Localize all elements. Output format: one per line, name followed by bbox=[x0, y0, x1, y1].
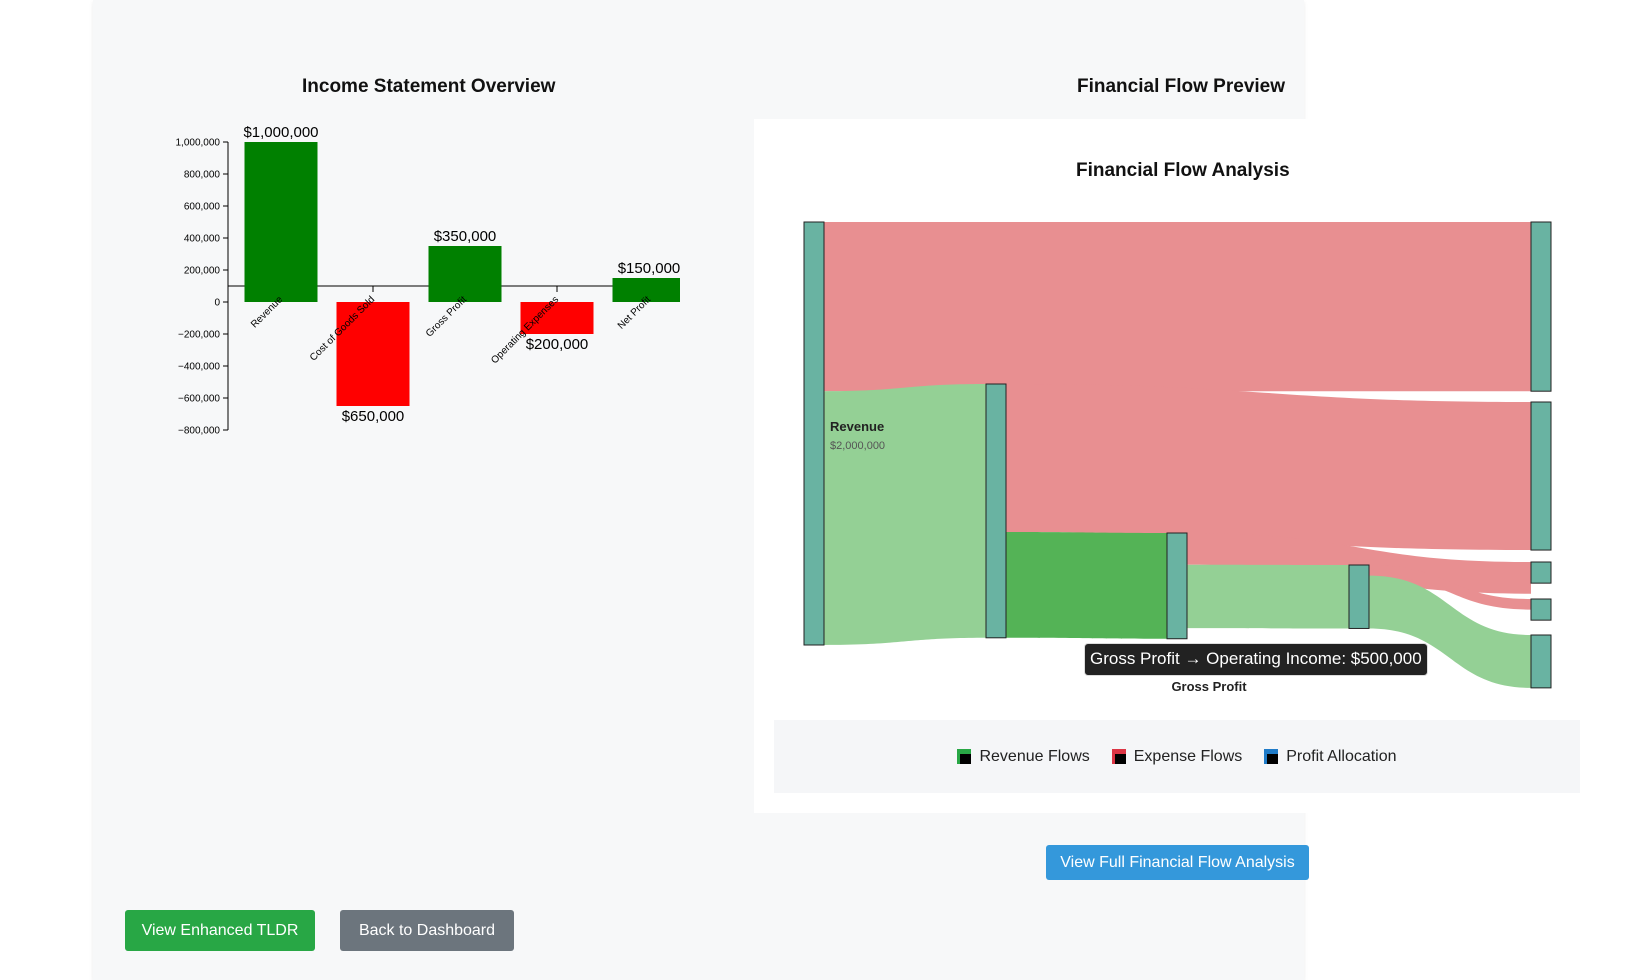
legend-label-revenue: Revenue Flows bbox=[979, 747, 1090, 765]
legend-item-expense: Expense Flows bbox=[1111, 747, 1243, 766]
y-tick-label: 200,000 bbox=[184, 266, 221, 277]
bar-data-label: $350,000 bbox=[434, 228, 497, 245]
sankey-node-t4 bbox=[1530, 598, 1552, 621]
sankey-node-t3 bbox=[1530, 561, 1552, 584]
sankey-node-gross-profit bbox=[1166, 532, 1188, 640]
y-tick-label: 1,000,000 bbox=[176, 138, 221, 149]
sankey-node-value-revenue: $2,000,000 bbox=[830, 440, 885, 452]
legend-label-expense: Expense Flows bbox=[1133, 747, 1243, 765]
bar-data-label: $650,000 bbox=[342, 408, 405, 425]
sankey-node-t1 bbox=[1530, 221, 1552, 392]
income-statement-title: Income Statement Overview bbox=[302, 76, 556, 97]
financial-flow-sankey: Revenue $2,000,000 Gross Profit bbox=[803, 221, 1552, 694]
sankey-node-n1 bbox=[985, 383, 1007, 639]
legend-item-revenue: Revenue Flows bbox=[957, 747, 1090, 766]
sankey-node-revenue bbox=[803, 221, 825, 646]
sankey-link-revenue bbox=[1187, 564, 1349, 629]
view-full-flow-button[interactable]: View Full Financial Flow Analysis bbox=[1046, 845, 1309, 880]
y-tick-label: 800,000 bbox=[184, 170, 221, 181]
y-tick-label: 0 bbox=[214, 298, 220, 309]
financial-flow-preview-title: Financial Flow Preview bbox=[1077, 76, 1286, 97]
y-tick-label: −600,000 bbox=[178, 394, 220, 405]
y-tick-label: 600,000 bbox=[184, 202, 221, 213]
sankey-node-operating-income bbox=[1348, 564, 1370, 629]
sankey-node-label-revenue: Revenue bbox=[830, 419, 884, 434]
sankey-link-expense bbox=[824, 222, 1531, 392]
sankey-tooltip: Gross Profit → Operating Income: $500,00… bbox=[1084, 643, 1428, 676]
legend-label-profit: Profit Allocation bbox=[1286, 747, 1397, 765]
y-tick-label: −200,000 bbox=[178, 330, 220, 341]
sankey-legend: Revenue Flows Expense Flows Profit Alloc… bbox=[774, 720, 1580, 793]
bar-data-label: $150,000 bbox=[618, 260, 680, 277]
legend-swatch-revenue bbox=[957, 749, 972, 764]
waterfall-bar bbox=[428, 246, 502, 302]
sankey-bottom-label: Gross Profit bbox=[1171, 679, 1247, 694]
y-tick-label: 400,000 bbox=[184, 234, 221, 245]
bar-data-label: $1,000,000 bbox=[243, 124, 318, 141]
sankey-link-expense bbox=[1006, 384, 1531, 551]
sankey-node-t2 bbox=[1530, 401, 1552, 551]
back-to-dashboard-button[interactable]: Back to Dashboard bbox=[340, 910, 514, 951]
y-tick-label: −800,000 bbox=[178, 426, 220, 437]
legend-swatch-expense bbox=[1111, 749, 1126, 764]
sankey-link-revenue-strong bbox=[1006, 532, 1167, 639]
sankey-node-t5 bbox=[1530, 634, 1552, 689]
y-tick-label: −400,000 bbox=[178, 362, 220, 373]
view-enhanced-tldr-button[interactable]: View Enhanced TLDR bbox=[125, 910, 315, 951]
financial-flow-panel: Financial Flow Analysis Revenue $2,000,00… bbox=[754, 119, 1584, 813]
income-waterfall-chart: 1,000,000 800,000 600,000 400,000 200,000 0 −2… bbox=[176, 124, 680, 437]
legend-item-profit: Profit Allocation bbox=[1264, 747, 1397, 766]
bar-data-label: $200,000 bbox=[526, 336, 589, 353]
waterfall-bar bbox=[244, 142, 318, 302]
legend-swatch-profit bbox=[1264, 749, 1279, 764]
